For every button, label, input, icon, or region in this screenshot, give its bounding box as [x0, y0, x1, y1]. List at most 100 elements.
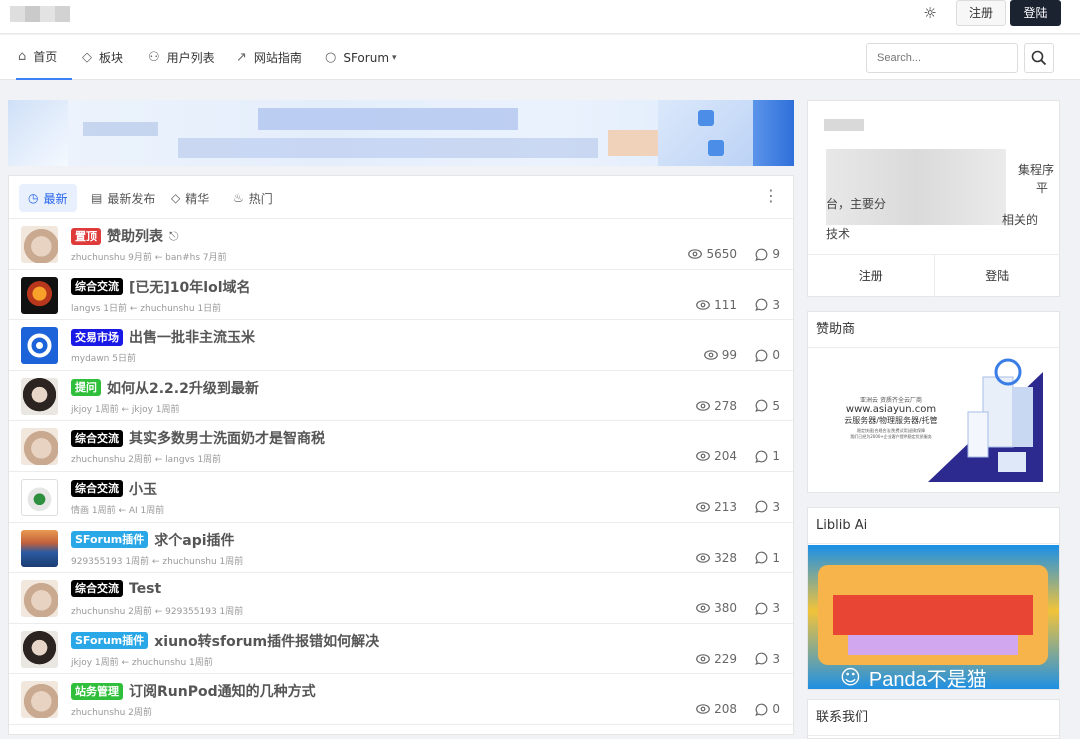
- nav-item-home[interactable]: ⌂ 首页: [16, 35, 72, 80]
- topic-title[interactable]: 其实多数男士洗面奶才是智商税: [129, 428, 325, 448]
- site-logo[interactable]: [10, 6, 70, 22]
- avatar[interactable]: [21, 226, 58, 263]
- topic-category-badge[interactable]: 提问: [71, 379, 101, 397]
- topic-row[interactable]: 站务管理 订阅RunPod通知的几种方式 zhuchunshu 2周前 208 0: [9, 674, 793, 725]
- topic-views: 328: [696, 551, 737, 565]
- users-icon: ⚇: [148, 50, 160, 65]
- comments-count: 3: [772, 499, 780, 514]
- comments-count: 5: [772, 398, 780, 413]
- sun-icon[interactable]: ☼: [918, 2, 942, 24]
- eye-icon: [696, 400, 710, 411]
- topic-category-badge[interactable]: 交易市场: [71, 328, 123, 346]
- sidebar-login-button[interactable]: 登陆: [935, 255, 1061, 297]
- topic-category-badge[interactable]: SForum插件: [71, 632, 149, 650]
- topic-title[interactable]: 订阅RunPod通知的几种方式: [129, 681, 316, 701]
- avatar-logo-icon: [27, 333, 52, 358]
- topic-title[interactable]: [已无]10年lol域名: [129, 277, 251, 297]
- topic-row[interactable]: 置顶 赞助列表 ⎋ zhuchunshu 9月前 ← ban#hs 7月前 5650 9: [9, 219, 793, 270]
- site-intro-text-blur: [826, 149, 1006, 225]
- topic-meta: jkjoy 1周前 ← zhuchunshu 1周前: [71, 657, 213, 668]
- avatar[interactable]: [21, 377, 58, 415]
- topic-title[interactable]: Test: [129, 581, 161, 597]
- topic-views: 278: [696, 399, 737, 413]
- comment-icon: [755, 399, 768, 413]
- topic-row[interactable]: 提问 如何从2.2.2升级到最新 jkjoy 1周前 ← jkjoy 1周前 278 5: [9, 371, 793, 422]
- topic-title[interactable]: 求个api插件: [154, 530, 234, 550]
- topic-title-line: 综合交流 Test: [71, 580, 161, 598]
- topic-rows: 置顶 赞助列表 ⎋ zhuchunshu 9月前 ← ban#hs 7月前 5650 9 综…: [9, 219, 793, 725]
- tab-label: 精华: [185, 191, 210, 206]
- eye-icon: [696, 502, 710, 512]
- views-count: 278: [714, 398, 737, 413]
- sponsor-ad[interactable]: 亚洲云 资质齐全云厂商 www.asiayun.com 云服务器/物理服务器/托…: [808, 349, 1059, 492]
- topic-row[interactable]: 综合交流 小玉 情画 1周前 ← AI 1周前 213 3: [9, 472, 793, 523]
- diamond-icon: ◇: [171, 191, 181, 205]
- topic-title-line: SForum插件 xiuno转sforum插件报错如何解决: [71, 631, 379, 651]
- topic-comments: 0: [755, 702, 780, 716]
- topic-row[interactable]: SForum插件 xiuno转sforum插件报错如何解决 jkjoy 1周前 ← …: [9, 624, 793, 675]
- topic-category-badge[interactable]: 综合交流: [71, 429, 123, 447]
- avatar[interactable]: [21, 428, 58, 466]
- topic-row[interactable]: SForum插件 求个api插件 929355193 1周前 ← zhuchunsh…: [9, 523, 793, 574]
- flame-icon: ♨: [233, 191, 244, 205]
- topic-views: 213: [696, 500, 737, 514]
- topic-title[interactable]: 赞助列表: [107, 226, 163, 246]
- intro-text: 集程序: [1018, 163, 1055, 177]
- tab-featured[interactable]: ◇ 精华: [171, 184, 209, 212]
- topic-meta: jkjoy 1周前 ← jkjoy 1周前: [71, 404, 180, 415]
- topic-comments: 3: [755, 601, 780, 615]
- comments-count: 1: [772, 550, 780, 565]
- topic-category-badge[interactable]: 综合交流: [71, 278, 123, 296]
- tab-newest-posts[interactable]: ▤ 最新发布: [91, 184, 155, 212]
- register-button[interactable]: 注册: [956, 0, 1006, 26]
- topic-row[interactable]: 综合交流 其实多数男士洗面奶才是智商税 zhuchunshu 2周前 ← langv…: [9, 421, 793, 472]
- promo-banner[interactable]: [8, 100, 794, 166]
- topic-meta: zhuchunshu 2周前 ← langvs 1周前: [71, 455, 222, 466]
- sponsor-card: 赞助商 亚洲云 资质齐全云厂商 www.asiayun.com 云服务器/物理服…: [807, 311, 1060, 493]
- comment-icon: [755, 602, 768, 615]
- topic-meta: zhuchunshu 2周前: [71, 708, 152, 719]
- tab-label: 最新: [43, 191, 68, 206]
- views-count: 111: [714, 297, 737, 312]
- more-options-icon[interactable]: ⋮: [763, 186, 779, 205]
- avatar[interactable]: [21, 327, 58, 365]
- topic-category-badge[interactable]: SForum插件: [71, 531, 149, 549]
- views-count: 5650: [706, 247, 737, 261]
- topic-category-badge[interactable]: 综合交流: [71, 580, 123, 598]
- document-icon: ▤: [91, 191, 103, 205]
- eye-icon: [703, 350, 718, 360]
- topic-title[interactable]: xiuno转sforum插件报错如何解决: [154, 631, 379, 651]
- nav-item-sforum[interactable]: ○ SForum ▾: [325, 35, 397, 80]
- avatar[interactable]: [21, 580, 58, 618]
- liblib-title: Liblib Ai: [808, 508, 1059, 544]
- intro-text: 台，主要分: [826, 197, 887, 211]
- topic-row[interactable]: 综合交流 [已无]10年lol域名 langvs 1日前 ← zhuchunshu …: [9, 270, 793, 321]
- avatar[interactable]: [21, 276, 58, 314]
- topic-tabs: ◷ 最新 ▤ 最新发布 ◇ 精华 ♨ 热门 ⋮: [9, 176, 793, 219]
- topic-comments: 1: [755, 551, 780, 565]
- avatar[interactable]: [21, 478, 58, 516]
- nav-item-boards[interactable]: ◇ 板块: [82, 35, 123, 80]
- avatar[interactable]: [21, 529, 58, 567]
- avatar[interactable]: [21, 630, 58, 668]
- topic-title[interactable]: 小玉: [129, 479, 157, 499]
- search-button[interactable]: [1024, 43, 1054, 73]
- avatar[interactable]: [21, 681, 58, 719]
- topic-views: 204: [696, 449, 737, 463]
- topic-category-badge[interactable]: 站务管理: [71, 682, 123, 700]
- liblib-ad[interactable]: ☺ Panda不是猫: [808, 545, 1059, 689]
- topic-category-badge[interactable]: 综合交流: [71, 480, 123, 498]
- tab-hot[interactable]: ♨ 热门: [233, 184, 273, 212]
- topic-category-badge[interactable]: 置顶: [71, 227, 101, 245]
- tab-latest[interactable]: ◷ 最新: [19, 184, 77, 212]
- topic-list-card: ◷ 最新 ▤ 最新发布 ◇ 精华 ♨ 热门 ⋮ 置顶 赞助列表 ⎋ zhuchunsh…: [8, 175, 794, 735]
- login-button[interactable]: 登陆: [1010, 0, 1061, 26]
- nav-item-guide[interactable]: ↗ 网站指南: [236, 35, 302, 80]
- sidebar-register-button[interactable]: 注册: [808, 255, 935, 297]
- nav-item-users[interactable]: ⚇ 用户列表: [148, 35, 215, 80]
- search-input[interactable]: [866, 43, 1018, 73]
- topic-row[interactable]: 交易市场 出售一批非主流玉米 mydawn 5日前 99 0: [9, 320, 793, 371]
- topic-title[interactable]: 出售一批非主流玉米: [129, 327, 255, 347]
- topic-title[interactable]: 如何从2.2.2升级到最新: [107, 378, 259, 398]
- topic-row[interactable]: 综合交流 Test zhuchunshu 2周前 ← 929355193 1周前 38…: [9, 573, 793, 624]
